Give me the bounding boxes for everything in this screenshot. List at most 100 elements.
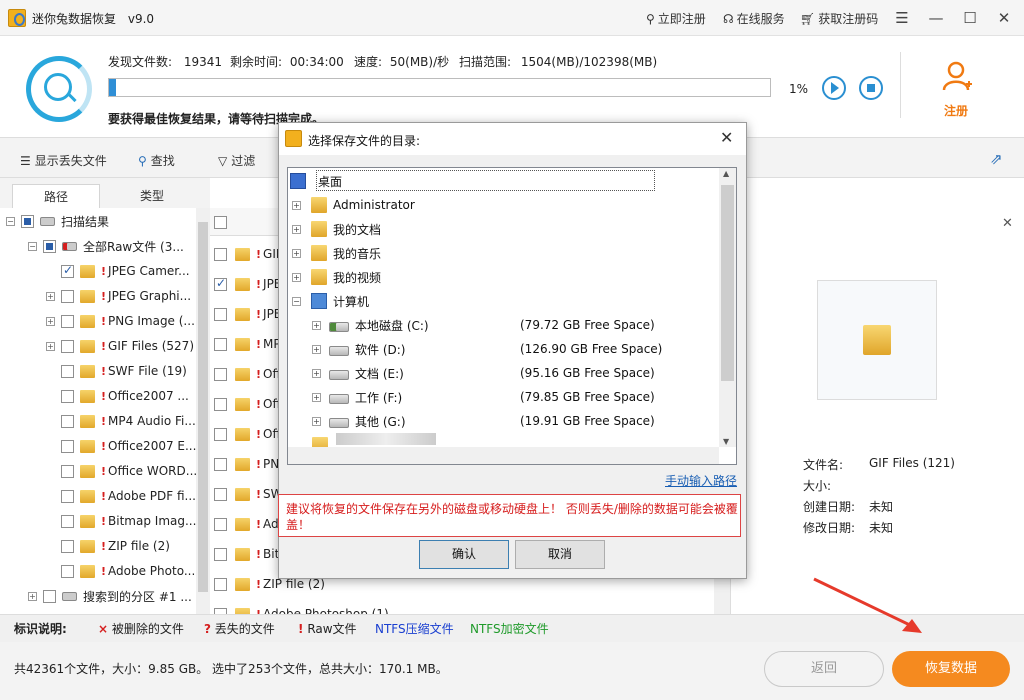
tree-checkbox[interactable] xyxy=(21,214,34,228)
row-checkbox[interactable] xyxy=(214,547,227,561)
tree-root[interactable]: − 扫描结果 xyxy=(6,211,109,231)
manual-path-link[interactable]: 手动输入路径 xyxy=(665,472,737,489)
expand-icon[interactable]: + xyxy=(312,368,321,378)
row-checkbox[interactable] xyxy=(214,367,227,381)
tree-checkbox[interactable] xyxy=(61,414,74,428)
expand-icon[interactable]: + xyxy=(292,248,301,258)
tree-partition[interactable]: + 搜索到的分区 #1 ... xyxy=(28,586,192,606)
recover-button[interactable]: 恢复数据 xyxy=(892,651,1010,687)
row-checkbox[interactable] xyxy=(214,247,227,261)
maximize-icon[interactable]: ☐ xyxy=(958,6,982,30)
tree-checkbox[interactable] xyxy=(61,263,74,278)
expand-icon[interactable]: + xyxy=(312,344,321,354)
row-checkbox[interactable] xyxy=(214,337,227,351)
row-checkbox[interactable] xyxy=(214,457,227,471)
tree-item[interactable]: ! MP4 Audio Fi... xyxy=(46,411,196,431)
tree-item[interactable]: !JPEG Camer... xyxy=(46,261,190,281)
register-button[interactable]: 注册 xyxy=(944,102,968,119)
tree-drive[interactable]: + 软件 (D:) (126.90 GB Free Space) xyxy=(312,339,732,359)
tree-item[interactable]: ! SWF File (19) xyxy=(46,361,187,381)
tree-item[interactable]: ! Bitmap Imag... xyxy=(46,511,196,531)
online-service-link[interactable]: ☊ 在线服务 xyxy=(723,10,785,27)
tree-checkbox[interactable] xyxy=(61,314,74,328)
dialog-horizontal-scrollbar[interactable] xyxy=(288,447,719,464)
file-list-row[interactable]: !JPE xyxy=(212,303,281,325)
tree-drive[interactable]: + 工作 (F:) (79.85 GB Free Space) xyxy=(312,387,732,407)
expand-icon[interactable]: + xyxy=(292,200,301,210)
close-preview-icon[interactable]: ✕ xyxy=(1002,216,1013,231)
expand-icon[interactable]: + xyxy=(292,224,301,234)
tree-item[interactable]: ! ZIP file (2) xyxy=(46,536,170,556)
tree-item[interactable]: +! GIF Files (527) xyxy=(46,336,194,356)
dialog-scroll-thumb[interactable] xyxy=(721,185,734,381)
collapse-icon[interactable]: − xyxy=(292,296,301,306)
tree-computer[interactable]: − 计算机 xyxy=(292,291,369,311)
row-checkbox[interactable] xyxy=(214,517,227,531)
tree-checkbox[interactable] xyxy=(61,514,74,528)
find-button[interactable]: ⚲ 查找 xyxy=(138,152,175,169)
tree-my-video[interactable]: + 我的视频 xyxy=(292,267,381,287)
tree-checkbox[interactable] xyxy=(61,339,74,353)
tree-item[interactable]: ! Office WORD... xyxy=(46,461,197,481)
tree-checkbox[interactable] xyxy=(61,464,74,478)
tab-type[interactable]: 类型 xyxy=(108,184,196,208)
row-checkbox[interactable] xyxy=(214,276,227,291)
get-code-link[interactable]: 🛒︎ 获取注册码 xyxy=(800,10,878,27)
expand-icon[interactable]: + xyxy=(46,291,55,301)
back-button[interactable]: 返回 xyxy=(764,651,884,687)
tree-item[interactable]: ! Adobe PDF fi... xyxy=(46,486,196,506)
tree-drive[interactable]: + 文档 (E:) (95.16 GB Free Space) xyxy=(312,363,732,383)
scroll-up-icon[interactable]: ▲ xyxy=(723,169,729,178)
tree-checkbox[interactable] xyxy=(61,289,74,303)
tab-path[interactable]: 路径 xyxy=(12,184,100,208)
tree-my-docs[interactable]: + 我的文档 xyxy=(292,219,381,239)
collapse-icon[interactable]: − xyxy=(6,216,15,226)
expand-icon[interactable]: + xyxy=(312,392,321,402)
tree-checkbox[interactable] xyxy=(61,439,74,453)
tree-checkbox[interactable] xyxy=(43,239,56,253)
tree-drive[interactable]: + 本地磁盘 (C:) (79.72 GB Free Space) xyxy=(312,315,732,335)
ok-button[interactable]: 确认 xyxy=(419,540,509,569)
play-icon[interactable] xyxy=(822,76,846,100)
export-icon[interactable]: ⇗ xyxy=(990,150,1003,168)
row-checkbox[interactable] xyxy=(214,577,227,591)
file-list-row[interactable]: !JPE xyxy=(212,273,281,295)
select-all-checkbox[interactable] xyxy=(214,216,227,229)
expand-icon[interactable]: + xyxy=(292,272,301,282)
menu-icon[interactable]: ☰ xyxy=(890,6,914,30)
tree-raw[interactable]: − 全部Raw文件 (3... xyxy=(28,236,184,256)
file-list-row[interactable]: ! Ado xyxy=(212,513,286,535)
tree-checkbox[interactable] xyxy=(61,364,74,378)
tree-checkbox[interactable] xyxy=(61,389,74,403)
tree-drive[interactable]: + 其他 (G:) (19.91 GB Free Space) xyxy=(312,411,732,431)
expand-icon[interactable]: + xyxy=(312,320,321,330)
row-checkbox[interactable] xyxy=(214,427,227,441)
cancel-button[interactable]: 取消 xyxy=(515,540,605,569)
filter-button[interactable]: ▽ 过滤 xyxy=(218,152,255,169)
user-add-icon[interactable] xyxy=(942,60,972,92)
tree-my-music[interactable]: + 我的音乐 xyxy=(292,243,381,263)
tree-checkbox[interactable] xyxy=(61,489,74,503)
file-list-row[interactable]: ! MP4 xyxy=(212,333,288,355)
show-lost-button[interactable]: ☰ 显示丢失文件 xyxy=(20,152,107,169)
register-now-link[interactable]: ⚲ 立即注册 xyxy=(646,10,706,27)
tree-item[interactable]: ! Adobe Photo... xyxy=(46,561,195,581)
close-window-icon[interactable]: ✕ xyxy=(992,6,1016,30)
tree-item[interactable]: ! Office2007 ... xyxy=(46,386,189,406)
tree-item[interactable]: +! PNG Image (... xyxy=(46,311,195,331)
file-list-row[interactable]: ! GIF xyxy=(212,243,283,265)
expand-icon[interactable]: + xyxy=(28,591,37,601)
tree-checkbox[interactable] xyxy=(43,589,56,603)
minimize-icon[interactable]: — xyxy=(924,6,948,30)
dialog-close-icon[interactable]: ✕ xyxy=(720,128,733,147)
tree-admin[interactable]: + Administrator xyxy=(292,195,415,215)
scroll-down-icon[interactable]: ▼ xyxy=(723,437,729,446)
tree-scroll-thumb[interactable] xyxy=(198,222,208,592)
tree-checkbox[interactable] xyxy=(61,539,74,553)
expand-icon[interactable]: + xyxy=(46,316,55,326)
collapse-icon[interactable]: − xyxy=(28,241,37,251)
row-checkbox[interactable] xyxy=(214,487,227,501)
expand-icon[interactable]: + xyxy=(312,416,321,426)
row-checkbox[interactable] xyxy=(214,307,227,321)
expand-icon[interactable]: + xyxy=(46,341,55,351)
